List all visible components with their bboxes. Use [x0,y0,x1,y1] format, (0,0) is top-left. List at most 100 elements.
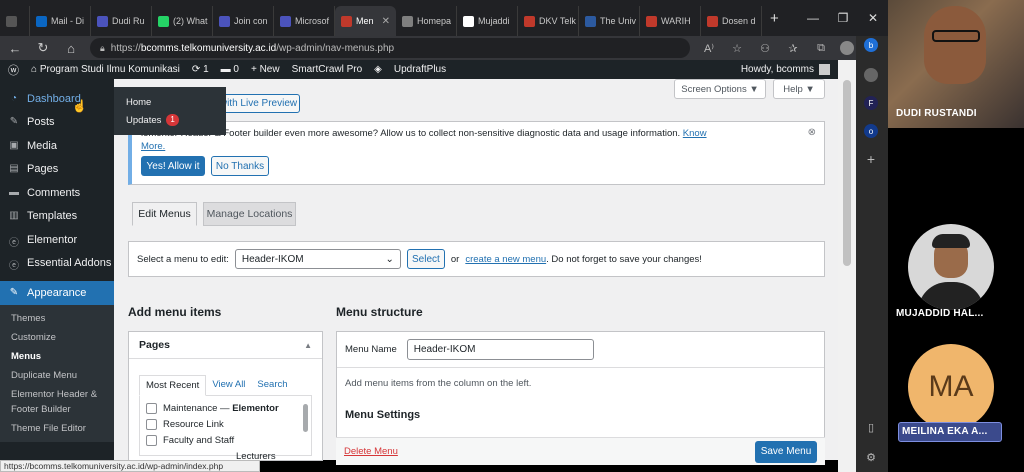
tab-edit-menus[interactable]: Edit Menus [132,202,197,226]
site-name[interactable]: ⌂ Program Studi Ilmu Komunikasi [31,64,180,75]
submenu-item[interactable]: Elementor Header & [0,385,114,404]
close-tab-icon[interactable]: ✕ [382,16,390,27]
extensions-icon[interactable]: ⚇ [756,42,774,55]
submenu-item[interactable]: Theme File Editor [0,419,114,438]
admin-sidebar: ◔ Dashboard ✎ Posts ▣ Media ▤ Pages ▬ Comments ▥ Te… [0,79,114,460]
sidebar-item-templates[interactable]: ▥ Templates [0,205,114,229]
dismiss-icon[interactable]: ⊗ [808,126,816,139]
delete-menu-link[interactable]: Delete Menu [344,446,398,457]
flyout-item-home[interactable]: Home [126,93,214,111]
list-item[interactable]: Maintenance — Elementor [146,400,305,416]
browser-tab[interactable]: Dudi Ru [91,6,152,36]
sidebar-item-dashboard[interactable]: ◔ Dashboard [0,87,114,111]
browser-tab[interactable]: WARIH [640,6,701,36]
media-icon: ▣ [9,139,19,151]
sidebar-item-elementor[interactable]: ⓔ Elementor [0,228,114,252]
settings-icon[interactable]: ⚙ [864,450,878,464]
pages-tab[interactable]: Search [251,375,293,395]
submenu-item[interactable]: Footer Builder [0,404,114,419]
outlook-icon[interactable]: F [864,96,878,110]
know-more-link[interactable]: Know [683,128,707,139]
split-screen-icon[interactable]: ▯ [864,420,878,434]
sidebar-item-appearance[interactable]: ✎ Appearance [0,281,114,305]
screen-options-button[interactable]: Screen Options ▼ [674,79,766,99]
list-scrollbar[interactable] [303,404,308,432]
home-icon[interactable]: ⌂ [62,41,80,56]
browser-tab[interactable]: Join con [213,6,274,36]
refresh-icon[interactable]: ↻ [34,40,52,56]
participant-tile[interactable]: MA MEILINA EKA A... [888,340,1024,444]
list-item[interactable]: Resource Link [146,416,305,432]
submenu-item[interactable]: Themes [0,309,114,328]
menu-select[interactable]: Header-IKOM ⌄ [234,249,401,269]
tab-actions-icon[interactable] [0,6,30,36]
sidebar-item-label: Comments [27,186,81,199]
dashboard-icon: ◔ [10,92,18,104]
sidebar-item-posts[interactable]: ✎ Posts [0,111,114,135]
account-menu[interactable]: Howdy, bcomms [741,64,830,75]
bing-icon[interactable]: b [864,38,878,52]
browser-tab[interactable]: Mail - Di [30,6,91,36]
restore-button[interactable]: ❐ [828,11,858,25]
pages-accordion-header[interactable]: Pages ▲ [129,332,322,359]
save-menu-button[interactable]: Save Menu [755,440,817,463]
create-menu-link[interactable]: create a new menu [465,254,546,265]
close-window-button[interactable]: ✕ [858,11,888,25]
minimize-button[interactable]: — [798,11,828,25]
circle-icon[interactable] [864,68,878,82]
browser-tab[interactable]: DKV Telk [518,6,579,36]
wordpress-logo-icon[interactable]: ⓦ [8,62,19,78]
no-thanks-button[interactable]: No Thanks [211,156,269,176]
browser-tab[interactable]: Dosen d [701,6,762,36]
comments-link[interactable]: ▬ 0 [221,64,239,75]
browser-tab[interactable]: The Univ [579,6,640,36]
allow-button[interactable]: Yes! Allow it [141,156,205,176]
smartcrawl-link[interactable]: SmartCrawl Pro [292,64,363,75]
new-tab-button[interactable]: + [762,10,787,27]
help-button[interactable]: Help ▼ [773,79,825,99]
menu-name-field[interactable]: Header-IKOM [406,339,594,360]
address-input[interactable]: 🔒︎ https://bcomms.telkomuniversity.ac.id… [90,38,690,58]
read-aloud-icon[interactable]: A⁾ [700,42,718,55]
submenu-item[interactable]: Customize [0,328,114,347]
office-icon[interactable]: o [864,124,878,138]
updates-link[interactable]: ⟳ 1 [192,64,209,75]
collections-icon[interactable]: ⧉ [812,42,830,55]
browser-tab[interactable]: (2) What [152,6,213,36]
select-button[interactable]: Select [406,249,445,269]
browser-tab[interactable]: Men ✕ [335,6,396,36]
sidebar-item-essential-addons[interactable]: ⓔ Essential Addons [0,252,114,276]
browser-tab[interactable]: Microsof [274,6,335,36]
update-icon: ⟳ [191,64,204,75]
tab-label: Dosen d [722,16,756,26]
favorite-add-icon[interactable]: ☆ [728,42,746,55]
tab-favicon-icon [97,15,108,27]
page-checkbox[interactable] [146,402,157,414]
favorites-icon[interactable]: ✰ [784,42,802,55]
updraftplus-link[interactable]: UpdraftPlus [394,64,446,75]
new-content-link[interactable]: + New [251,64,280,75]
sidebar-item-pages[interactable]: ▤ Pages [0,158,114,182]
add-icon[interactable]: + [864,151,878,167]
tab-manage-locations[interactable]: Manage Locations [203,202,296,226]
page-checkbox[interactable] [146,434,157,446]
participant-tile[interactable]: DUDI RUSTANDI [888,0,1024,128]
pages-tab[interactable]: View All [206,375,251,395]
participant-tile[interactable]: MUJADDID HAL... [888,222,1024,326]
browser-tab[interactable]: Homepa [396,6,457,36]
list-item[interactable]: Faculty and Staff [146,432,305,448]
flyout-item-updates[interactable]: Updates 1 [126,111,214,129]
comments-count: 0 [233,64,239,75]
back-icon[interactable]: ← [6,41,24,56]
manage-live-preview-button[interactable]: with Live Preview [217,94,300,113]
sidebar-item-media[interactable]: ▣ Media [0,134,114,158]
submenu-item[interactable]: Menus [0,347,114,366]
page-scrollbar[interactable] [838,60,856,472]
submenu-item[interactable]: Duplicate Menu [0,366,114,385]
browser-tab[interactable]: Mujaddi [457,6,518,36]
pages-tab[interactable]: Most Recent [139,375,207,396]
profile-icon[interactable] [840,41,854,55]
sidebar-item-comments[interactable]: ▬ Comments [0,181,114,205]
page-checkbox[interactable] [146,418,157,430]
know-more-link-cont[interactable]: More. [141,141,165,152]
